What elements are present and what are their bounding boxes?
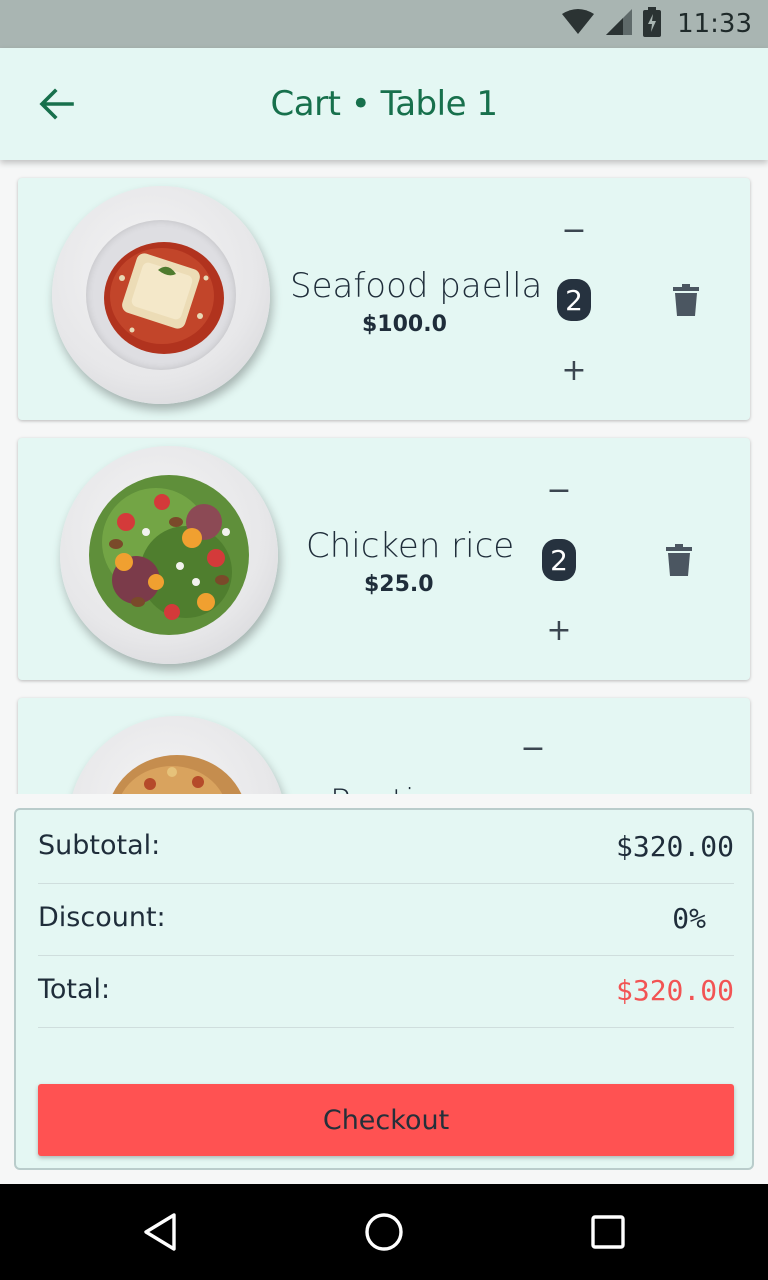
status-icons: 11:33	[561, 0, 752, 48]
food-image	[60, 446, 278, 664]
cart-item: Chicken rice $25.0 − 2 +	[18, 438, 750, 680]
back-triangle-icon	[144, 1213, 176, 1251]
quantity-badge: 2	[542, 539, 576, 581]
subtotal-label: Subtotal:	[38, 830, 161, 861]
battery-charging-icon	[643, 7, 662, 41]
subtotal-row: Subtotal: $320.00	[38, 812, 734, 884]
quantity-badge: 2	[557, 279, 591, 321]
wifi-icon	[561, 9, 595, 39]
item-name: Poutine	[330, 782, 457, 794]
increase-quantity-button[interactable]: +	[554, 350, 594, 390]
item-name: Chicken rice	[306, 526, 515, 566]
cart-list[interactable]: Seafood paella $100.0 − 2 + Chicken rice…	[0, 160, 768, 794]
item-name: Seafood paella	[290, 266, 543, 306]
decrease-quantity-button[interactable]: −	[554, 210, 594, 250]
status-time: 11:33	[677, 9, 752, 39]
discount-value: 0%	[672, 902, 706, 935]
item-price: $100.0	[362, 312, 447, 337]
home-circle-icon	[365, 1213, 403, 1251]
delete-button[interactable]	[659, 538, 699, 582]
discount-row: Discount: 0%	[38, 884, 734, 956]
cart-item: Poutine −	[18, 698, 750, 794]
item-price: $25.0	[364, 572, 434, 597]
nav-back-button[interactable]	[136, 1208, 184, 1256]
total-row: Total: $320.00	[38, 956, 734, 1028]
recents-square-icon	[591, 1215, 625, 1249]
navigation-bar	[0, 1184, 768, 1280]
checkout-button[interactable]: Checkout	[38, 1084, 734, 1156]
total-value: $320.00	[615, 974, 734, 1007]
status-bar: 11:33	[0, 0, 768, 48]
trash-icon	[673, 284, 699, 316]
app-bar: Cart • Table 1	[0, 48, 768, 160]
increase-quantity-button[interactable]: +	[539, 610, 579, 650]
page-title: Cart • Table 1	[270, 84, 498, 124]
trash-icon	[666, 544, 692, 576]
delete-button[interactable]	[666, 278, 706, 322]
cart-item: Seafood paella $100.0 − 2 +	[18, 178, 750, 420]
nav-recents-button[interactable]	[584, 1208, 632, 1256]
food-image	[52, 186, 270, 404]
food-image	[68, 716, 286, 794]
decrease-quantity-button[interactable]: −	[513, 728, 553, 768]
signal-icon	[605, 8, 633, 40]
total-label: Total:	[38, 974, 111, 1005]
nav-home-button[interactable]	[360, 1208, 408, 1256]
decrease-quantity-button[interactable]: −	[539, 470, 579, 510]
discount-label: Discount:	[38, 902, 166, 933]
subtotal-value: $320.00	[615, 830, 734, 863]
order-summary: Subtotal: $320.00 Discount: 0% Total: $3…	[14, 808, 754, 1170]
